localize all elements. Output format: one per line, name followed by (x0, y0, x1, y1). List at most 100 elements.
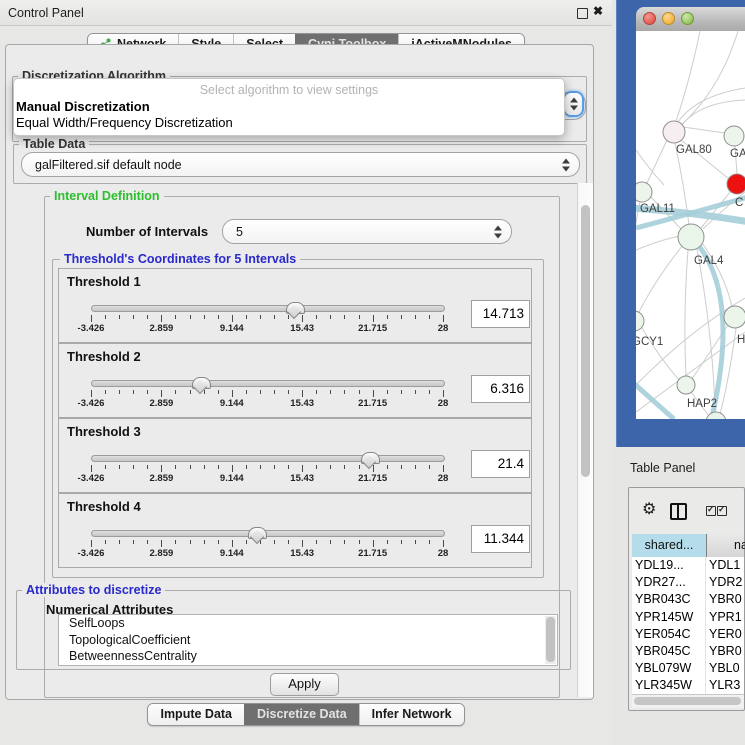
algorithm-option[interactable]: Equal Width/Frequency Discretization (16, 115, 233, 130)
network-edge[interactable] (685, 250, 688, 376)
threshold-panel: Threshold 2 6.316 -3.4262.8599.14415.432… (58, 343, 532, 418)
network-node-gcy1[interactable] (636, 311, 644, 331)
tab-impute-data[interactable]: Impute Data (148, 704, 244, 725)
slider-tick-label: 28 (438, 548, 449, 559)
slider-tick (133, 315, 134, 319)
slider-tick (316, 315, 317, 319)
network-node-c[interactable] (727, 174, 745, 194)
table-row[interactable]: YBR043CYBR0 (632, 591, 744, 608)
threshold-slider-thumb[interactable] (361, 452, 380, 464)
slider-tick (443, 315, 444, 322)
table-row[interactable]: YER054CYER0 (632, 626, 744, 643)
table-horizontal-scrollbar[interactable] (632, 694, 744, 708)
network-edge[interactable] (682, 100, 745, 125)
attribute-list-item[interactable]: SelfLoops (59, 615, 557, 632)
threshold-value-input[interactable]: 11.344 (471, 525, 530, 553)
network-node-h[interactable] (724, 306, 745, 328)
close-traffic-light[interactable] (643, 12, 656, 25)
cell-shared-name: YBR045C (632, 643, 706, 660)
table-row[interactable]: YPR145WYPR1 (632, 609, 744, 626)
minimize-traffic-light[interactable] (662, 12, 675, 25)
network-node-gal80[interactable] (663, 121, 685, 143)
attribute-list-item[interactable]: BetweennessCentrality (59, 648, 557, 665)
network-node-gal4[interactable] (678, 224, 704, 250)
settings-scrollbar[interactable] (577, 183, 593, 697)
number-of-intervals-combobox[interactable]: 5 (222, 219, 512, 244)
threshold-slider-thumb[interactable] (192, 377, 211, 389)
network-node-hap2[interactable] (677, 376, 695, 394)
table-row[interactable]: YBR045CYBR0 (632, 643, 744, 660)
cell-name: YDL1 (706, 557, 744, 574)
slider-tick (359, 465, 360, 469)
float-window-icon[interactable] (577, 8, 588, 19)
algorithm-option[interactable]: Manual Discretization (16, 99, 150, 114)
threshold-value-input[interactable]: 6.316 (471, 375, 530, 403)
network-edge[interactable] (636, 202, 640, 311)
threshold-slider-track[interactable] (91, 530, 445, 537)
network-edge[interactable] (681, 31, 738, 125)
table-row[interactable]: YBL079WYBL0 (632, 660, 744, 677)
table-row[interactable]: YLR345WYLR3 (632, 677, 744, 694)
slider-tick (91, 540, 92, 547)
attribute-list-item[interactable]: TopologicalCoefficient (59, 632, 557, 649)
attributes-scrollbar[interactable] (545, 616, 556, 664)
slider-tick (443, 540, 444, 547)
column-header-name[interactable]: na (734, 534, 745, 557)
table-row[interactable]: YDR27...YDR2 (632, 574, 744, 591)
slider-tick-label: 9.144 (220, 548, 244, 559)
slider-tick (288, 540, 289, 544)
network-node-ga[interactable] (724, 126, 744, 146)
slider-tick (401, 540, 402, 544)
network-node[interactable] (706, 412, 726, 419)
network-edge[interactable] (676, 31, 700, 121)
table-panel-title: Table Panel (630, 461, 695, 475)
network-canvas[interactable]: GAL80GACGAL11GAL4GCY1HHAP2 (636, 31, 745, 419)
threshold-slider-thumb[interactable] (248, 527, 267, 539)
table-data-combobox[interactable]: galFiltered.sif default node (21, 152, 580, 177)
slider-tick-label: -3.426 (78, 548, 105, 559)
slider-tick (175, 390, 176, 394)
network-edge[interactable] (638, 245, 683, 314)
cell-name: YER0 (706, 626, 744, 643)
tab-label: Discretize Data (257, 707, 347, 721)
slider-tick-label: 2.859 (150, 548, 174, 559)
network-edge[interactable] (678, 88, 745, 122)
gear-icon[interactable]: ⚙ (642, 499, 656, 519)
slider-tick (204, 390, 205, 394)
threshold-slider-thumb[interactable] (286, 302, 305, 314)
threshold-slider-track[interactable] (91, 380, 445, 387)
table-row[interactable]: YDL19...YDL1 (632, 557, 744, 574)
close-icon[interactable]: ✖ (593, 4, 603, 18)
network-edge[interactable] (683, 127, 725, 133)
numerical-attributes-list[interactable]: SelfLoopsTopologicalCoefficientBetweenne… (58, 614, 558, 666)
threshold-label: Threshold 2 (67, 349, 141, 364)
slider-tick (344, 540, 345, 544)
threshold-value-input[interactable]: 14.713 (471, 300, 530, 328)
stepper-arrows-icon (561, 157, 570, 172)
tab-discretize-data[interactable]: Discretize Data (244, 704, 359, 725)
network-window-titlebar[interactable] (636, 7, 745, 32)
network-edge[interactable] (636, 236, 680, 250)
checkbox-icon[interactable] (717, 506, 727, 516)
attributes-title: Attributes to discretize (22, 583, 165, 597)
checkbox-icon[interactable] (706, 506, 716, 516)
zoom-traffic-light[interactable] (681, 12, 694, 25)
threshold-slider-track[interactable] (91, 305, 445, 312)
slider-tick-label: 15.43 (290, 548, 314, 559)
apply-button[interactable]: Apply (270, 673, 339, 696)
network-node-gal11[interactable] (636, 182, 652, 202)
threshold-value-input[interactable]: 21.4 (471, 450, 530, 478)
column-header-shared[interactable]: shared... (632, 534, 706, 557)
slider-tick (119, 315, 120, 319)
slider-tick-label: 9.144 (220, 323, 244, 334)
tab-infer-network[interactable]: Infer Network (359, 704, 464, 725)
slider-tick (330, 540, 331, 544)
cell-name: YBL0 (706, 660, 744, 677)
slider-tick (133, 390, 134, 394)
slider-tick (330, 465, 331, 469)
cell-shared-name: YER054C (632, 626, 706, 643)
split-columns-icon[interactable] (670, 503, 687, 520)
algorithm-combobox-stepper[interactable] (563, 91, 584, 117)
column-divider[interactable] (706, 534, 707, 557)
threshold-slider-track[interactable] (91, 455, 445, 462)
